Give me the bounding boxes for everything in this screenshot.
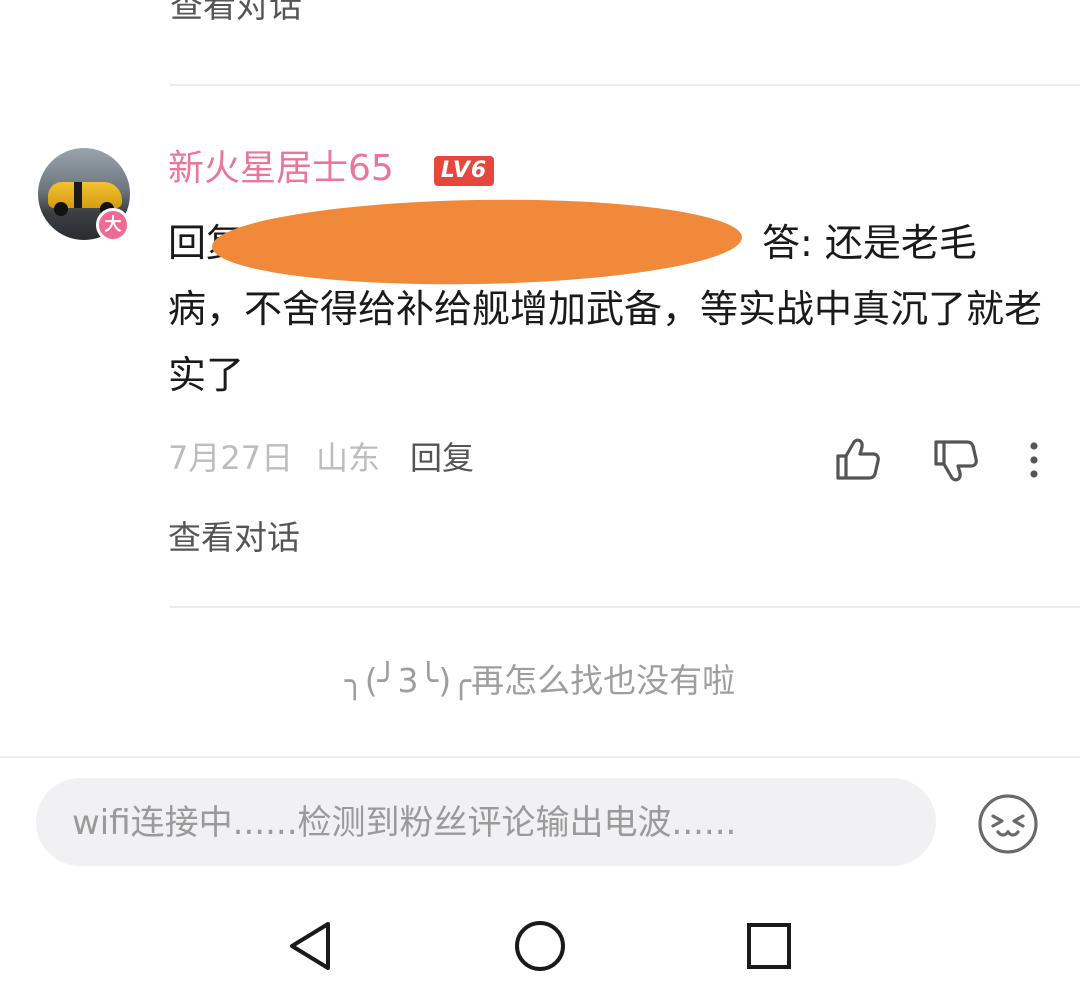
comment-date: 7月27日 [168,439,294,477]
thumbs-down-icon[interactable] [930,438,980,484]
comment-input-placeholder: wifi连接中......检测到粉丝评论输出电波...... [72,803,737,843]
thumbs-up-icon[interactable] [832,436,882,482]
comment-location: 山东 [316,439,381,477]
more-vertical-icon[interactable] [1024,440,1044,480]
comment-divider [170,606,1080,608]
level-badge: LV6 [434,156,494,186]
avatar-verified-badge: 大 [96,208,130,242]
circle-home-icon[interactable] [512,918,568,974]
view-conversation-link[interactable]: 查看对话 [168,516,300,560]
username[interactable]: 新火星居士65 [168,144,394,194]
input-bar-divider [0,756,1080,758]
emoji-icon[interactable] [976,792,1040,856]
triangle-back-icon[interactable] [284,918,336,974]
end-of-list-text: ╮(╯3╰)╭再怎么找也没有啦 [344,661,736,700]
square-recent-icon[interactable] [744,920,794,972]
view-conversation-link-previous[interactable]: 查看对话 [170,0,302,28]
comment-divider [170,84,1080,86]
reply-target-tail: 答 [762,221,801,265]
reply-button[interactable]: 回复 [410,436,474,480]
